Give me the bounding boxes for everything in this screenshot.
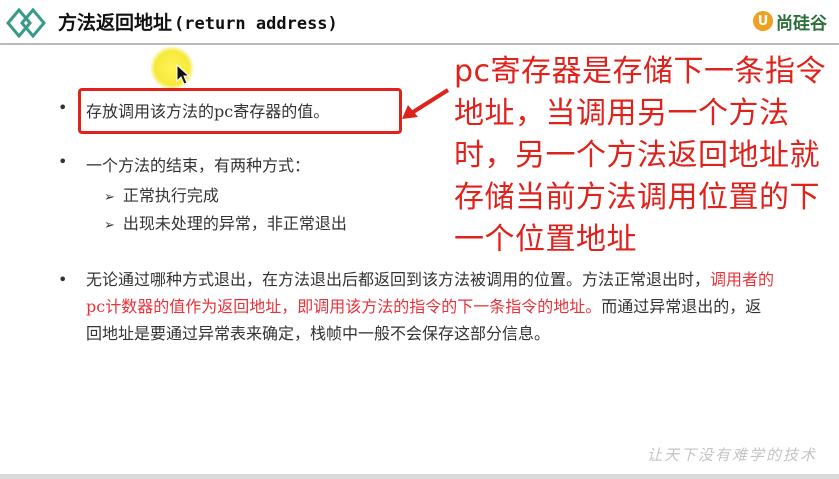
annotation-text: pc寄存器是存储下一条指令地址，当调用另一个方法时，另一个方法返回地址就存储当前… (454, 54, 827, 257)
highlight-box (78, 88, 402, 134)
sub-item-2: ➢ 出现未处理的异常，非正常退出 (104, 210, 347, 234)
logo-text: 尚硅谷 (776, 13, 827, 34)
bullet-2-text: 一个方法的结束，有两种方式： (86, 156, 311, 175)
mouse-cursor-icon (176, 64, 190, 85)
sub-arrow-icon: ➢ (104, 218, 115, 233)
slide-header: 方法返回地址 (return address) U 尚硅谷 (0, 0, 839, 45)
watermark: 让天下没有难学的技术 (646, 446, 817, 464)
header-divider (0, 43, 839, 45)
sub-item-1: ➢ 正常执行完成 (104, 182, 219, 206)
bullet-dot: • (58, 98, 68, 117)
bullet-3-text-a: 无论通过哪种方式退出，在方法退出后都返回到该方法被调用的位置。方法正常退出时， (86, 270, 711, 289)
bullet-dot: • (58, 152, 68, 171)
page-title-cn: 方法返回地址 (58, 12, 173, 34)
page-title: 方法返回地址 (return address) (58, 8, 338, 35)
diamond-logo-icon (6, 7, 46, 39)
page-title-en: (return address) (174, 14, 338, 34)
sub-item-2-text: 出现未处理的异常，非正常退出 (122, 214, 347, 233)
brand-logo: U 尚硅谷 (753, 8, 827, 34)
bullet-dot: • (58, 270, 68, 289)
sub-item-1-text: 正常执行完成 (122, 186, 219, 205)
logo-mark-icon: U (753, 11, 773, 31)
sub-arrow-icon: ➢ (104, 190, 115, 205)
footer-bar (0, 474, 839, 479)
bullet-3-paragraph: 无论通过哪种方式退出，在方法退出后都返回到该方法被调用的位置。方法正常退出时，调… (86, 266, 776, 347)
annotation-arrow-icon (402, 88, 450, 119)
